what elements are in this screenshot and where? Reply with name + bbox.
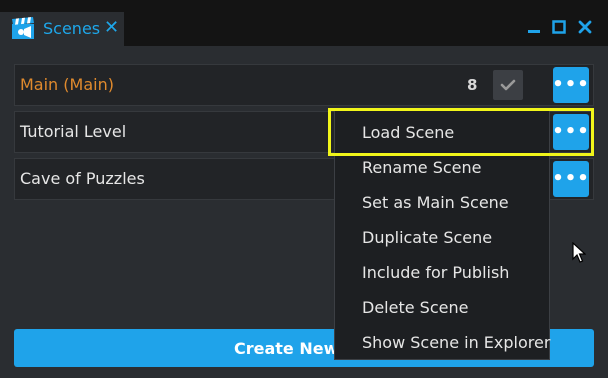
scene-more-button[interactable]: ••• (552, 67, 590, 103)
scene-more-button[interactable]: ••• (552, 161, 590, 197)
mouse-cursor-icon (572, 242, 586, 263)
menu-item-load-scene[interactable]: Load Scene (362, 123, 454, 142)
more-dots-icon: ••• (552, 121, 590, 142)
tab-close-icon[interactable]: ✕ (104, 17, 119, 38)
menu-item-include-for-publish[interactable]: Include for Publish (362, 263, 509, 282)
menu-item-rename-scene[interactable]: Rename Scene (362, 158, 481, 177)
maximize-icon[interactable] (551, 19, 567, 35)
close-icon[interactable] (577, 19, 593, 35)
check-icon (500, 79, 516, 91)
menu-item-delete-scene[interactable]: Delete Scene (362, 298, 468, 317)
tab-title: Scenes (43, 19, 101, 38)
scene-more-button[interactable]: ••• (552, 114, 590, 150)
more-dots-icon: ••• (552, 74, 590, 95)
menu-item-show-in-explorer[interactable]: Show Scene in Explorer (362, 333, 550, 352)
tab-bar: Scenes ✕ (0, 0, 608, 46)
more-dots-icon: ••• (552, 168, 590, 189)
scene-name: Cave of Puzzles (20, 169, 145, 188)
menu-item-set-main-scene[interactable]: Set as Main Scene (362, 193, 509, 212)
minimize-icon[interactable] (526, 19, 542, 35)
menu-item-duplicate-scene[interactable]: Duplicate Scene (362, 228, 492, 247)
scene-name: Tutorial Level (20, 122, 127, 141)
main-scene-check-button[interactable] (493, 70, 523, 100)
tab-scenes[interactable]: Scenes ✕ (0, 12, 124, 46)
scene-row[interactable]: Main (Main) 8 ••• (14, 64, 594, 106)
scene-context-menu: Load Scene Rename Scene Set as Main Scen… (334, 110, 550, 360)
scene-count: 8 (467, 76, 478, 94)
clapperboard-icon (12, 17, 34, 39)
scene-name: Main (Main) (20, 75, 114, 94)
